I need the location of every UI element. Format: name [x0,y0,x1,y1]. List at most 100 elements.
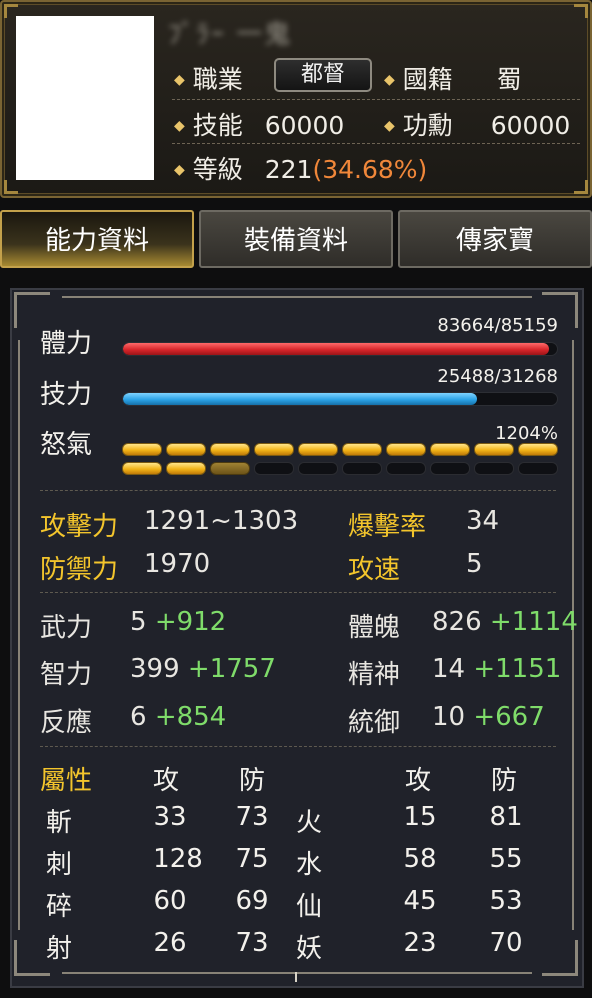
rage-segment [430,443,470,456]
resist-atk: 33 [153,802,187,832]
rage-segment [210,462,250,475]
header-divider [172,143,580,144]
nation-row: ◆ 國籍 蜀 [384,60,522,96]
merit-row: ◆ 功勳 60000 [384,106,570,142]
hp-bar [122,342,558,356]
diamond-bullet-icon: ◆ [174,118,185,134]
resist-def: 73 [235,802,269,832]
mp-bar-fill [123,393,477,405]
resist-def-header: 防 [490,766,517,796]
level-percent: (34.68%) [312,155,428,184]
mp-bar [122,392,558,406]
scroll-marker [295,972,297,982]
frame-corner [14,940,50,976]
resist-type: 火 [296,808,323,838]
mp-value: 25488/31268 [437,366,558,387]
hp-bar-fill [123,343,550,355]
attr-label: 武力 [40,613,93,643]
rage-segment [298,462,338,475]
rage-segment [254,443,294,456]
attr-label: 體魄 [348,613,401,643]
frame-line [62,296,532,298]
rage-segment [298,443,338,456]
attr-label: 智力 [40,660,93,690]
skill-label: 技能 [192,111,243,140]
resist-type: 水 [296,850,323,880]
rage-segment [254,462,294,475]
attr-label: 反應 [40,708,93,738]
resist-def: 73 [235,928,269,958]
job-value-box: 都督 [274,58,372,92]
resist-type: 斬 [46,808,73,838]
resist-type: 碎 [46,892,73,922]
rage-bar [122,443,558,479]
rage-segment [386,462,426,475]
character-name: ﾌﾞﾗｰ 一鬼 [168,20,293,50]
attr-label: 精神 [348,660,401,690]
resist-type: 妖 [296,934,323,964]
rage-segment [166,462,206,475]
resist-atk-header: 攻 [152,766,179,796]
job-row: ◆ 職業 [174,60,243,96]
tab-equipment[interactable]: 裝備資料 [199,210,393,268]
job-label: 職業 [192,65,243,94]
attr-base: 14 +1151 [432,654,562,684]
character-portrait [16,16,154,180]
resist-atk: 60 [153,886,187,916]
rage-segment [430,462,470,475]
resist-type: 仙 [296,892,323,922]
resist-atk: 45 [403,886,437,916]
resist-header-label: 屬性 [40,766,93,796]
nation-value: 蜀 [496,65,522,94]
speed-value: 5 [466,549,483,579]
section-divider [40,746,556,747]
mp-label: 技力 [40,380,93,410]
level-value: 221 [264,155,313,184]
rage-segment [474,443,514,456]
speed-label: 攻速 [348,555,401,585]
level-label: 等級 [192,155,243,184]
crit-value: 34 [466,506,500,536]
frame-corner [542,940,578,976]
rage-segment [166,443,206,456]
resist-def: 55 [489,844,523,874]
diamond-bullet-icon: ◆ [384,72,395,88]
merit-label: 功勳 [402,111,453,140]
resist-atk: 26 [153,928,187,958]
frame-line [62,972,532,974]
crit-label: 爆擊率 [348,512,427,542]
resist-def: 75 [235,844,269,874]
rage-segment [386,443,426,456]
resist-atk-header: 攻 [404,766,431,796]
resist-atk: 58 [403,844,437,874]
rage-segment [518,443,558,456]
rage-segment [342,443,382,456]
attack-label: 攻擊力 [40,512,119,542]
hp-label: 體力 [40,329,93,359]
attr-base: 826 +1114 [432,607,578,637]
resist-atk: 128 [153,844,203,874]
resist-atk: 23 [403,928,437,958]
attr-base: 10 +667 [432,702,545,732]
section-divider [40,490,556,491]
defense-value: 1970 [144,549,211,579]
rage-segment [518,462,558,475]
merit-value: 60000 [490,111,571,140]
nation-label: 國籍 [402,65,453,94]
rage-segment [474,462,514,475]
skill-value: 60000 [264,111,345,140]
rage-value: 1204% [495,423,558,444]
frame-corner [4,180,18,194]
tab-heirloom[interactable]: 傳家寶 [398,210,592,268]
attr-label: 統御 [348,708,401,738]
attr-base: 5 +912 [130,607,227,637]
resist-def: 69 [235,886,269,916]
header-divider [172,99,580,100]
attr-base: 6 +854 [130,702,227,732]
hp-value: 83664/85159 [437,315,558,336]
rage-segment [122,443,162,456]
resist-def: 81 [489,802,523,832]
tab-ability[interactable]: 能力資料 [0,210,194,268]
rage-segment [210,443,250,456]
frame-corner [574,180,588,194]
